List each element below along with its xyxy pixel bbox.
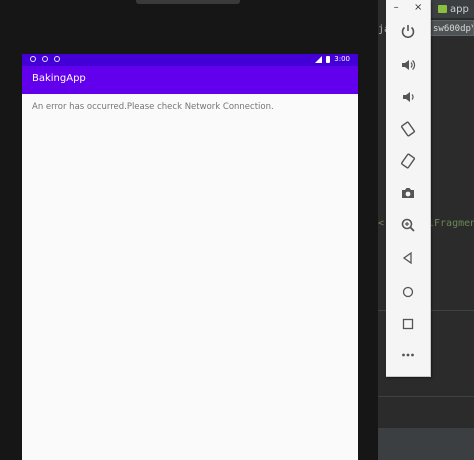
android-icon <box>438 5 447 13</box>
minimize-button[interactable]: – <box>394 2 399 13</box>
battery-icon <box>326 55 331 63</box>
code-fragment-left: < <box>378 218 385 229</box>
volume-up-button[interactable] <box>394 53 422 77</box>
emulator-panel-header: – × <box>386 0 430 14</box>
wifi-notification-icon <box>42 56 48 62</box>
device-notch <box>136 0 240 4</box>
status-time: 3:00 <box>334 55 350 63</box>
overview-button[interactable] <box>394 312 422 336</box>
rotate-right-button[interactable] <box>394 149 422 173</box>
rotate-right-icon <box>400 153 416 169</box>
code-fragment: lFragmen <box>428 218 474 229</box>
volume-up-icon <box>402 60 416 70</box>
home-icon <box>402 286 414 298</box>
volume-down-button[interactable] <box>394 85 422 109</box>
rotate-left-icon <box>400 121 416 137</box>
close-button[interactable]: × <box>414 2 422 13</box>
more-button[interactable] <box>394 343 422 367</box>
more-icon <box>402 353 414 357</box>
zoom-icon <box>401 218 415 232</box>
back-icon <box>402 251 412 265</box>
power-button[interactable] <box>394 20 422 44</box>
sync-icon <box>54 56 60 62</box>
ide-bottom-panel <box>376 428 474 460</box>
emulator-device: 3:00 BakingApp An error has occurred.Ple… <box>0 0 378 460</box>
home-button[interactable] <box>394 280 422 304</box>
run-config-selector[interactable]: app <box>438 2 469 16</box>
app-title: BakingApp <box>32 73 86 84</box>
error-message: An error has occurred.Please check Netwo… <box>32 102 274 112</box>
emulator-control-panel: – × <box>386 0 431 377</box>
camera-icon <box>402 188 414 198</box>
screenshot-button[interactable] <box>394 181 422 205</box>
app-bar: BakingApp <box>22 66 358 94</box>
settings-icon <box>30 56 36 62</box>
run-config-label: app <box>450 3 469 15</box>
power-icon <box>401 25 415 39</box>
back-button[interactable] <box>394 246 422 270</box>
zoom-button[interactable] <box>394 213 422 237</box>
device-screen[interactable]: 3:00 BakingApp An error has occurred.Ple… <box>22 54 358 460</box>
editor-file-tab[interactable]: sw600dp\a <box>430 20 474 36</box>
volume-down-icon <box>403 92 414 102</box>
ide-divider <box>376 396 474 397</box>
rotate-left-button[interactable] <box>394 117 422 141</box>
status-bar: 3:00 <box>22 54 358 66</box>
overview-icon <box>402 318 414 330</box>
signal-icon <box>315 55 323 63</box>
